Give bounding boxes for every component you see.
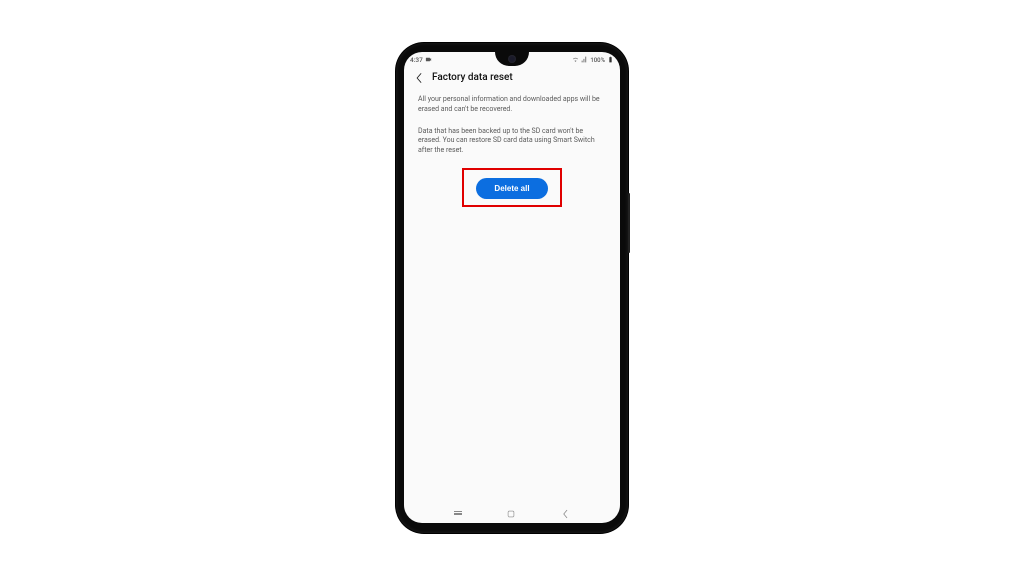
status-time: 4:37 [410, 56, 423, 64]
back-button[interactable] [414, 73, 424, 83]
wifi-icon [572, 56, 579, 65]
tutorial-highlight-box: Delete all [462, 168, 561, 207]
page-title: Factory data reset [432, 72, 513, 83]
delete-all-button[interactable]: Delete all [476, 178, 547, 199]
content-body: All your personal information and downlo… [404, 89, 620, 213]
nav-back-button[interactable] [560, 504, 570, 523]
header: Factory data reset [404, 68, 620, 89]
screen: 4:37 100% Facto [404, 52, 620, 523]
battery-icon [607, 56, 614, 65]
navigation-bar [404, 503, 620, 523]
phone-frame: 4:37 100% Facto [396, 43, 628, 533]
home-button[interactable] [506, 504, 516, 523]
recents-button[interactable] [454, 511, 462, 515]
battery-text: 100% [590, 57, 605, 64]
signal-icon [581, 56, 588, 65]
warning-paragraph-1: All your personal information and downlo… [418, 95, 606, 115]
warning-paragraph-2: Data that has been backed up to the SD c… [418, 127, 606, 156]
video-icon [425, 56, 432, 65]
button-container: Delete all [418, 168, 606, 207]
